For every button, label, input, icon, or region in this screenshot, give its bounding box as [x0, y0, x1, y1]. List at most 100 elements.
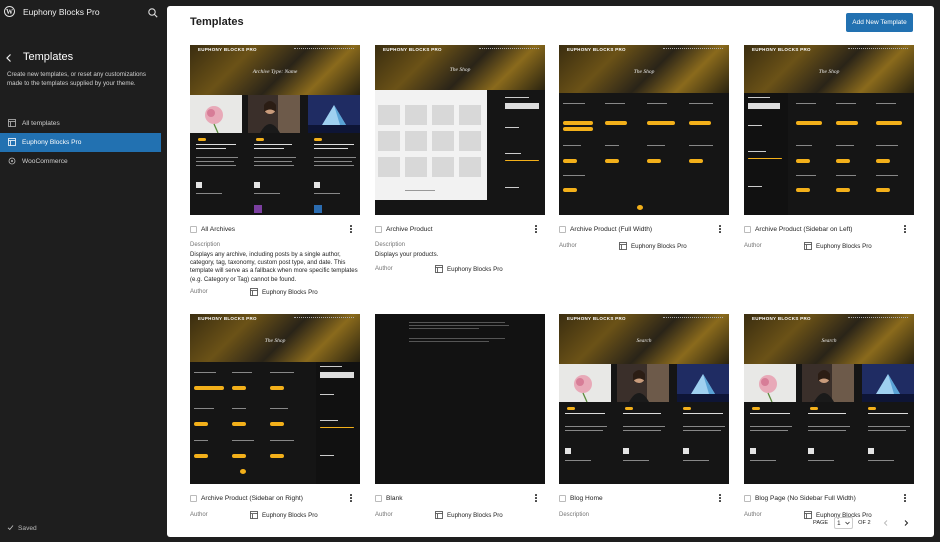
author-label: Author [744, 512, 762, 518]
more-actions-icon[interactable] [717, 224, 723, 234]
more-actions-icon[interactable] [902, 224, 908, 234]
layout-icon [435, 511, 443, 519]
template-name[interactable]: Blank [386, 495, 403, 502]
template-description: Displays any archive, including posts by… [190, 251, 358, 283]
description-label: Description [559, 512, 590, 518]
template-author: Euphony Blocks Pro [435, 265, 503, 273]
template-name[interactable]: Archive Product [386, 226, 433, 233]
back-chevron-icon[interactable] [3, 51, 15, 63]
layout-icon [250, 511, 258, 519]
template-preview[interactable]: EUPHONY BLOCKS PRO The Shop [190, 314, 360, 484]
preview-heading: Search [636, 338, 652, 344]
pagination: PAGE 1 OF 2 [813, 517, 911, 529]
template-author: Euphony Blocks Pro [435, 511, 503, 519]
select-checkbox[interactable] [190, 225, 197, 233]
template-title-row: Blog Home [559, 492, 729, 504]
template-author: Euphony Blocks Pro [619, 242, 687, 250]
template-preview[interactable]: EUPHONY BLOCKS PRO Archive Type: Name [190, 45, 360, 215]
sidebar-item-euphony-blocks-pro[interactable]: Euphony Blocks Pro [0, 133, 161, 152]
template-preview[interactable]: EUPHONY BLOCKS PRO Search [559, 314, 729, 484]
add-new-template-button[interactable]: Add New Template [846, 13, 913, 32]
sidebar: W Euphony Blocks Pro Templates Create ne… [0, 0, 167, 542]
chevron-down-icon [845, 520, 850, 527]
template-preview[interactable]: EUPHONY BLOCKS PRO The Shop [375, 45, 545, 215]
layout-icon [804, 242, 812, 250]
more-actions-icon[interactable] [533, 224, 539, 234]
save-status: Saved [7, 524, 37, 533]
more-actions-icon[interactable] [533, 493, 539, 503]
author-label: Author [559, 243, 577, 249]
author-name: Euphony Blocks Pro [262, 288, 318, 296]
preview-heading: The Shop [449, 67, 471, 73]
author-name: Euphony Blocks Pro [816, 242, 872, 250]
select-checkbox[interactable] [559, 225, 566, 233]
template-name[interactable]: All Archives [201, 226, 235, 233]
template-title-row: Archive Product (Full Width) [559, 223, 729, 235]
sidebar-item-label: WooCommerce [22, 158, 68, 165]
preview-heading: Archive Type: Name [252, 69, 298, 75]
select-checkbox[interactable] [190, 494, 197, 502]
template-title-row: Blank [375, 492, 545, 504]
select-checkbox[interactable] [375, 225, 382, 233]
author-label: Author [190, 289, 208, 295]
select-checkbox[interactable] [744, 494, 751, 502]
template-name[interactable]: Blog Home [570, 495, 603, 502]
layout-icon [8, 119, 16, 127]
preview-heading: Search [821, 338, 837, 344]
template-preview[interactable]: EUPHONY BLOCKS PRO The Shop [559, 45, 729, 215]
sidebar-item-woocommerce[interactable]: WooCommerce [0, 152, 167, 171]
layout-icon [619, 242, 627, 250]
check-icon [7, 524, 14, 533]
preview-brand: EUPHONY BLOCKS PRO [752, 316, 811, 321]
template-name[interactable]: Archive Product (Sidebar on Left) [755, 226, 853, 233]
author-name: Euphony Blocks Pro [631, 242, 687, 250]
more-actions-icon[interactable] [902, 493, 908, 503]
sidebar-item-all-templates[interactable]: All templates [0, 114, 167, 133]
preview-brand: EUPHONY BLOCKS PRO [198, 47, 257, 52]
template-name[interactable]: Blog Page (No Sidebar Full Width) [755, 495, 856, 502]
preview-brand: EUPHONY BLOCKS PRO [383, 47, 442, 52]
select-checkbox[interactable] [375, 494, 382, 502]
select-checkbox[interactable] [559, 494, 566, 502]
more-actions-icon[interactable] [717, 493, 723, 503]
layout-icon [804, 511, 812, 519]
description-label: Description [190, 242, 221, 248]
description-label: Description [375, 242, 406, 248]
template-title-row: Blog Page (No Sidebar Full Width) [744, 492, 914, 504]
next-page-icon[interactable] [901, 518, 911, 528]
sidebar-description: Create new templates, or reset any custo… [7, 71, 146, 87]
template-name[interactable]: Archive Product (Sidebar on Right) [201, 495, 303, 502]
page-count: OF 2 [858, 520, 871, 526]
more-actions-icon[interactable] [348, 493, 354, 503]
template-preview[interactable]: EUPHONY BLOCKS PRO Search [744, 314, 914, 484]
template-nav: All templates Euphony Blocks Pro WooComm… [0, 114, 167, 171]
search-icon[interactable] [147, 6, 159, 18]
wordpress-logo-icon[interactable]: W [4, 6, 15, 17]
page-select[interactable]: 1 [834, 517, 854, 529]
template-author: Euphony Blocks Pro [250, 511, 318, 519]
template-name[interactable]: Archive Product (Full Width) [570, 226, 652, 233]
author-label: Author [375, 512, 393, 518]
more-actions-icon[interactable] [348, 224, 354, 234]
sidebar-heading: Templates [23, 51, 74, 63]
author-label: Author [375, 266, 393, 272]
template-preview[interactable]: EUPHONY BLOCKS PRO The Shop [744, 45, 914, 215]
template-description: Displays your products. [375, 251, 439, 258]
preview-brand: EUPHONY BLOCKS PRO [567, 47, 626, 52]
template-preview[interactable] [375, 314, 545, 484]
preview-brand: EUPHONY BLOCKS PRO [567, 316, 626, 321]
layout-icon [435, 265, 443, 273]
preview-brand: EUPHONY BLOCKS PRO [752, 47, 811, 52]
templates-panel: Templates Add New Template EUPHONY BLOCK… [167, 6, 934, 537]
previous-page-icon[interactable] [881, 518, 891, 528]
preview-heading: The Shop [818, 69, 840, 75]
layout-icon [8, 138, 16, 146]
site-title: Euphony Blocks Pro [23, 7, 100, 17]
author-label: Author [744, 243, 762, 249]
author-name: Euphony Blocks Pro [262, 511, 318, 519]
select-checkbox[interactable] [744, 225, 751, 233]
plugin-icon [8, 157, 16, 165]
template-title-row: Archive Product (Sidebar on Right) [190, 492, 360, 504]
author-label: Author [190, 512, 208, 518]
preview-brand: EUPHONY BLOCKS PRO [198, 316, 257, 321]
